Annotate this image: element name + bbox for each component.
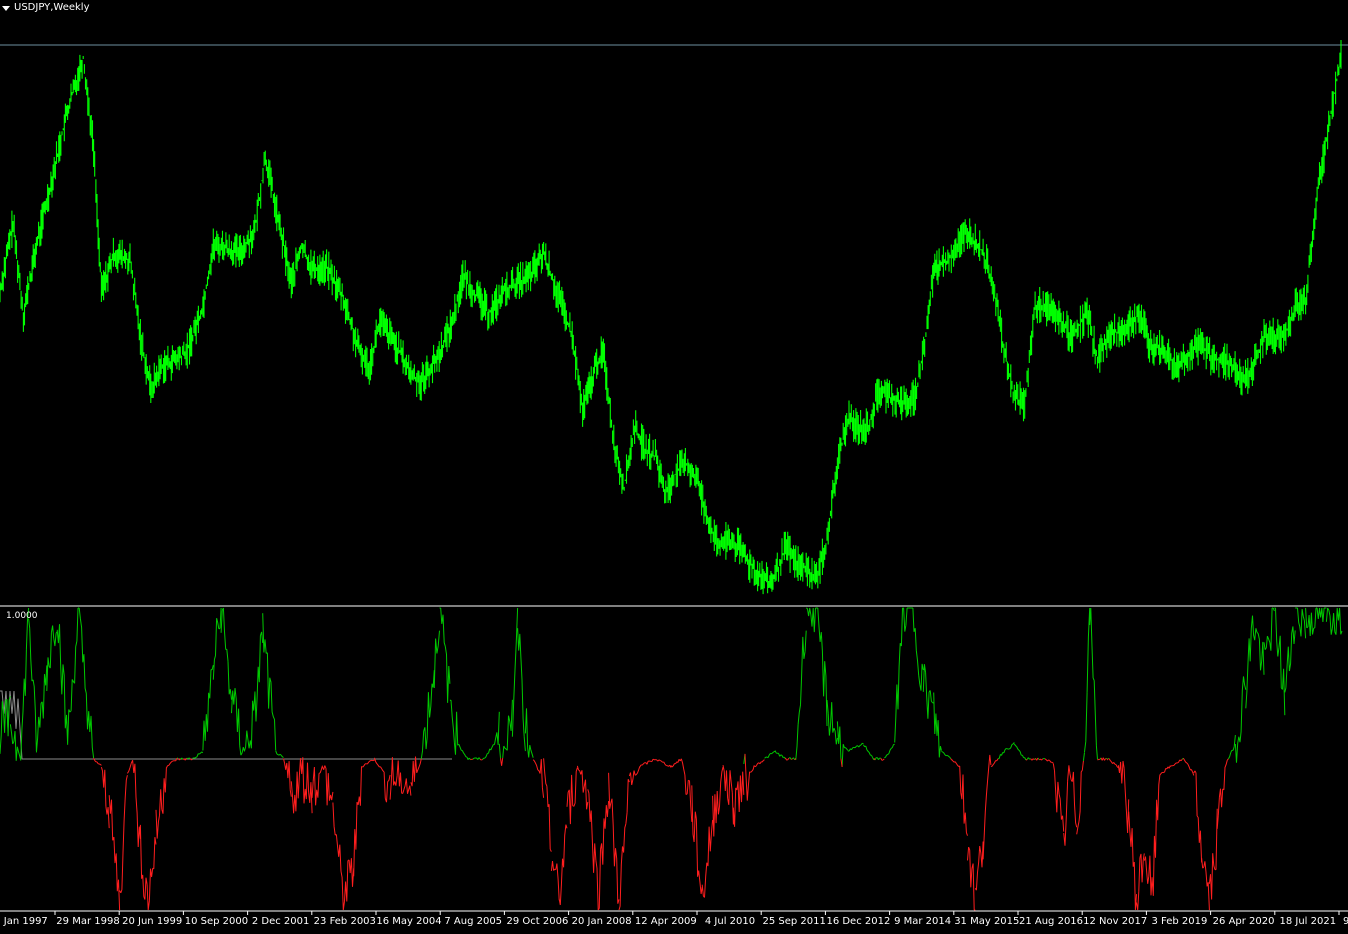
time-axis-label: 12 Apr 2009 [635,916,697,927]
time-axis-label: 16 Dec 2012 [826,916,890,927]
time-axis-label: 31 May 2015 [954,916,1019,927]
time-axis-label: 3 Feb 2019 [1151,916,1207,927]
indicator-level-label: 1.0000 [6,611,38,621]
time-axis-label: 26 Apr 2020 [1213,916,1275,927]
time-axis-label: 5 Jan 1997 [0,916,48,927]
time-axis-label: 20 Jan 2008 [572,916,632,927]
symbol-label: USDJPY,Weekly [14,2,90,13]
time-axis-label: 4 Jul 2010 [705,916,755,927]
time-axis-label: 2 Dec 2001 [252,916,310,927]
time-axis-label: 21 Aug 2016 [1019,916,1083,927]
time-axis-label: 12 Nov 2017 [1083,916,1147,927]
time-axis-label: 7 Aug 2005 [444,916,502,927]
time-axis-label: 9 Mar 2014 [894,916,951,927]
time-axis-label: 9 [1343,916,1348,927]
time-axis-label: 29 Mar 1998 [56,916,119,927]
time-axis-label: 10 Sep 2000 [185,916,248,927]
time-axis-label: 20 Jun 1999 [122,916,182,927]
time-axis-label: 18 Jul 2021 [1279,916,1336,927]
chart-svg: 5 Jan 1997 29 Mar 199820 Jun 199910 Sep 2… [0,0,1348,934]
chart-background [0,0,1348,934]
chart-title: USDJPY,Weekly [2,2,90,14]
time-axis-label: 25 Sep 2011 [763,916,826,927]
time-axis-label: 16 May 2004 [376,916,441,927]
time-axis-label: 23 Feb 2003 [314,916,376,927]
time-axis-label: 29 Oct 2006 [506,916,568,927]
chart-window[interactable]: 5 Jan 1997 29 Mar 199820 Jun 199910 Sep 2… [0,0,1348,934]
dropdown-triangle-icon[interactable] [2,5,10,11]
